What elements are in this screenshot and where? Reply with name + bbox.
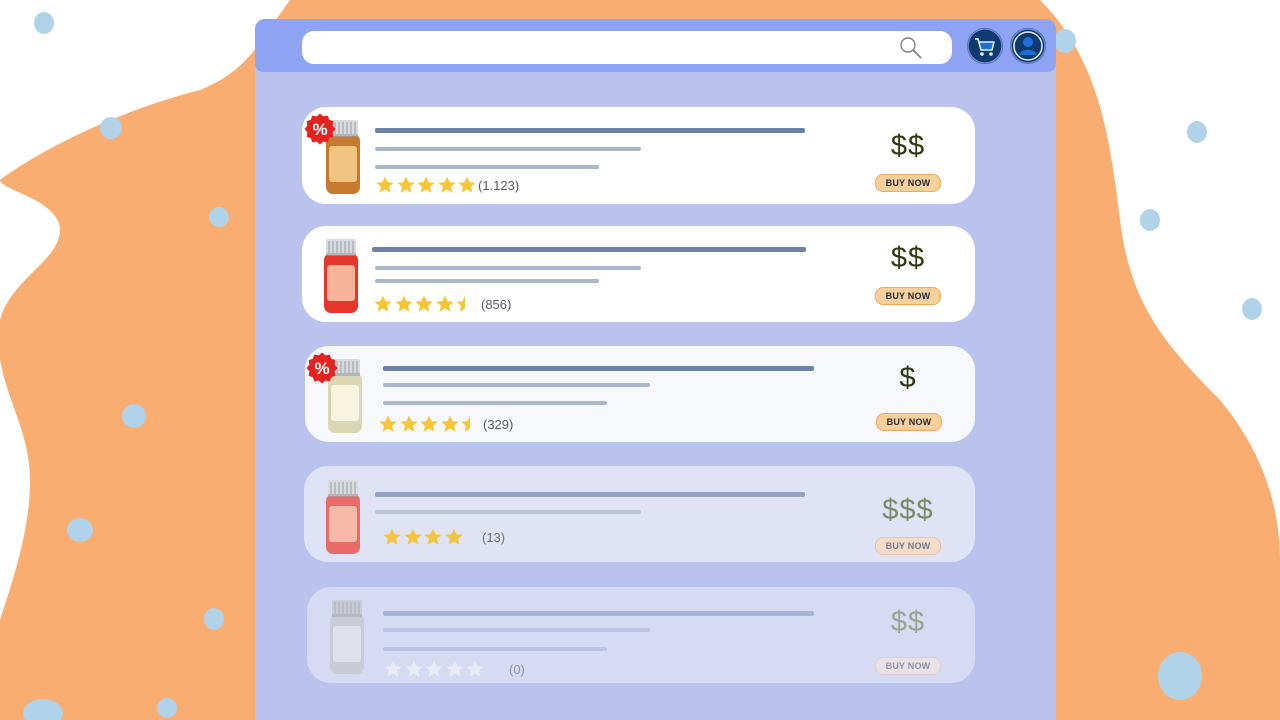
rating-stars <box>373 294 476 314</box>
product-text-placeholder <box>375 492 805 497</box>
rating-count: (856) <box>481 297 512 312</box>
rating-count: (329) <box>483 417 514 432</box>
product-text-placeholder <box>375 510 641 514</box>
star-icon <box>456 295 466 312</box>
star-icon <box>417 176 435 193</box>
rating-stars <box>382 527 485 547</box>
product-text-placeholder <box>383 611 814 616</box>
star-icon <box>399 415 418 432</box>
star-icon <box>376 176 394 193</box>
star-icon <box>436 295 454 312</box>
star-icon <box>379 415 397 432</box>
product-price: $ <box>899 362 917 394</box>
star-icon <box>441 415 459 432</box>
product-text-placeholder <box>383 628 650 632</box>
star-icon <box>438 176 456 193</box>
buy-now-button[interactable]: BUY NOW <box>875 174 941 192</box>
star-icon <box>383 528 401 545</box>
rating-count: (13) <box>482 530 506 545</box>
buy-now-button[interactable]: BUY NOW <box>875 657 941 675</box>
account-button[interactable] <box>1010 28 1046 64</box>
product-text-placeholder <box>375 279 599 283</box>
percent-badge-icon: % <box>304 113 336 145</box>
star-icon <box>403 528 422 545</box>
rating-stars <box>378 414 481 434</box>
star-icon <box>420 415 438 432</box>
product-text-placeholder <box>375 147 641 151</box>
star-icon <box>415 295 433 312</box>
top-bar <box>255 19 1056 72</box>
star-icon <box>374 295 392 312</box>
buy-now-button[interactable]: BUY NOW <box>876 413 942 431</box>
product-text-placeholder <box>383 401 607 405</box>
rating-stars <box>383 659 486 679</box>
product-price: $$ <box>890 242 926 274</box>
product-price: $$ <box>890 606 926 638</box>
cart-button[interactable] <box>967 28 1003 64</box>
star-icon <box>458 176 477 193</box>
cart-icon <box>967 28 1003 64</box>
star-icon <box>446 660 464 677</box>
star-icon <box>394 295 413 312</box>
buy-now-button[interactable]: BUY NOW <box>875 537 941 555</box>
star-icon <box>404 660 423 677</box>
star-icon <box>461 415 471 432</box>
user-icon <box>1010 28 1046 64</box>
product-bottle-image <box>326 480 360 554</box>
rating-stars <box>375 175 478 195</box>
search-icon[interactable] <box>898 35 924 61</box>
product-text-placeholder <box>383 383 650 387</box>
product-bottle-image <box>330 600 364 674</box>
product-text-placeholder <box>375 165 599 169</box>
discount-label: % <box>314 359 329 378</box>
product-price: $$ <box>890 130 926 162</box>
star-icon <box>396 176 415 193</box>
discount-label: % <box>312 120 327 139</box>
star-icon <box>384 660 402 677</box>
star-icon <box>445 528 463 545</box>
star-icon <box>425 660 443 677</box>
product-text-placeholder <box>383 366 814 371</box>
product-price: $$$ <box>882 494 934 526</box>
search-input[interactable] <box>302 31 952 64</box>
star-icon <box>424 528 442 545</box>
product-text-placeholder <box>375 128 805 133</box>
product-text-placeholder <box>375 266 641 270</box>
product-text-placeholder <box>383 647 607 651</box>
product-bottle-image <box>324 239 358 313</box>
rating-count: (1.123) <box>478 178 520 193</box>
rating-count: (0) <box>509 662 525 677</box>
buy-now-button[interactable]: BUY NOW <box>875 287 941 305</box>
product-text-placeholder <box>372 247 806 252</box>
star-icon <box>466 660 485 677</box>
percent-badge-icon: % <box>306 352 338 384</box>
